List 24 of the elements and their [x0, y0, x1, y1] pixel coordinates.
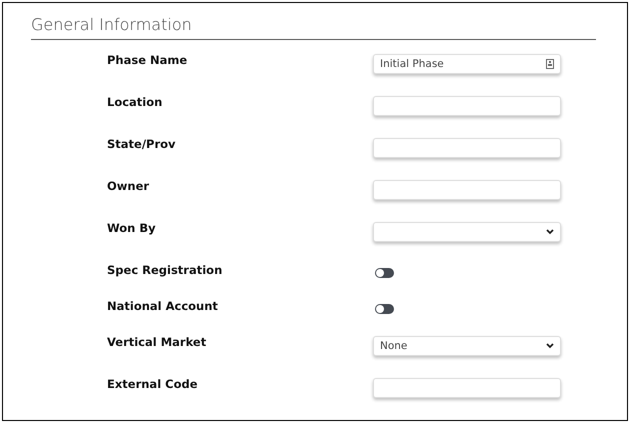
toggle-switch[interactable]: [375, 304, 394, 314]
text-field[interactable]: [373, 180, 561, 200]
field-value: Initial Phase: [380, 58, 444, 70]
field-label: External Code: [107, 377, 198, 391]
field-label: Location: [107, 95, 162, 109]
dropdown-field[interactable]: [373, 222, 561, 242]
selected-option: None: [380, 340, 408, 352]
field-label: National Account: [107, 299, 218, 313]
field-label: Spec Registration: [107, 263, 222, 277]
field-label: Owner: [107, 179, 150, 193]
text-field[interactable]: [373, 138, 561, 158]
field-label: State/Prov: [107, 137, 176, 151]
toggle-switch[interactable]: [375, 268, 394, 278]
field-label: Vertical Market: [107, 335, 206, 349]
contact-card-icon[interactable]: [546, 59, 554, 69]
dropdown-field[interactable]: None: [373, 336, 561, 356]
text-field[interactable]: [373, 96, 561, 116]
text-field[interactable]: Initial Phase: [373, 54, 561, 74]
chevron-down-icon: [546, 229, 554, 235]
section-title: General Information: [31, 3, 596, 40]
field-label: Phase Name: [107, 53, 188, 67]
chevron-down-icon: [546, 343, 554, 349]
field-label: Won By: [107, 221, 156, 235]
text-field[interactable]: [373, 378, 561, 398]
